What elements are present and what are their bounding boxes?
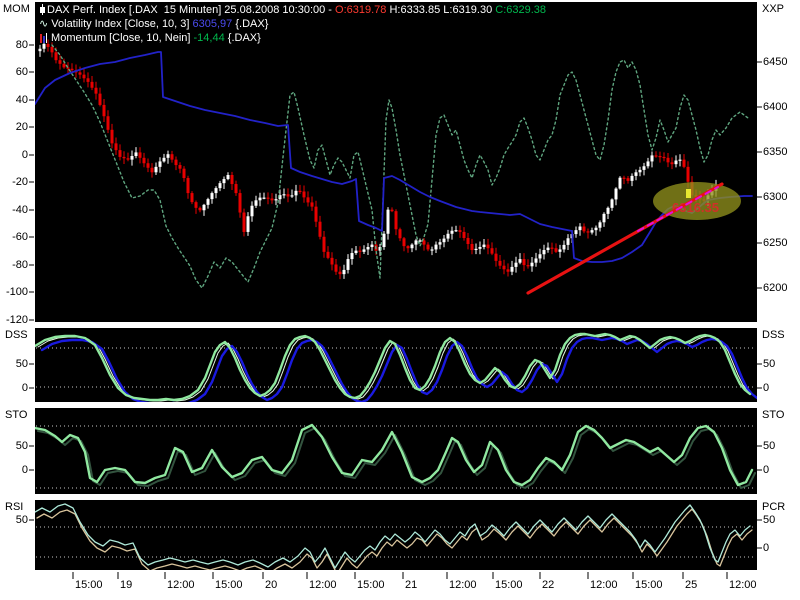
time-axis-label: 12:00 <box>449 580 477 591</box>
panel-name-right: DSS <box>762 330 785 341</box>
panel-name-left: STO <box>5 410 27 421</box>
main-chart-panel[interactable]: DAX Perf. Index [.DAX 15 Minuten] 25.08.… <box>35 2 757 322</box>
panel-left-axis-label: 50 <box>2 515 28 526</box>
main-left-axis-label: 20 <box>2 122 28 133</box>
main-left-axis-label: 60 <box>2 67 28 78</box>
chart-header-line1: DAX Perf. Index [.DAX 15 Minuten] 25.08.… <box>35 4 757 16</box>
high-value: H:6333.85 <box>389 4 440 16</box>
main-right-axis-label: 6400 <box>763 102 787 113</box>
time-axis-label: 12:00 <box>167 580 195 591</box>
candlestick-icon <box>39 4 47 15</box>
low-value: L:6319.30 <box>443 4 492 16</box>
time-axis-label: 15:00 <box>215 580 243 591</box>
time-axis-label: 12:00 <box>590 580 618 591</box>
time-axis-label: 15:00 <box>357 580 385 591</box>
main-right-axis-label: 6300 <box>763 192 787 203</box>
chart-header-line2: ∿ Volatility Index [Close, 10, 3] 6305,9… <box>35 18 757 30</box>
time-axis-label: 15:00 <box>635 580 663 591</box>
time-axis-label: 15:00 <box>75 580 103 591</box>
volatility-label: Volatility Index [Close, 10, 3] <box>48 18 192 30</box>
main-left-axis-label: -60 <box>2 232 28 243</box>
panel-right-axis-label: 50 <box>763 441 775 452</box>
panel-left-axis-label: 0 <box>2 465 28 476</box>
panel-right-axis-label: 0 <box>763 383 769 394</box>
main-left-axis-label: -80 <box>2 260 28 271</box>
panel-name-left: DSS <box>5 330 28 341</box>
panel-right-axis-label: 50 <box>763 515 775 526</box>
panel-left-axis-label: 50 <box>2 359 28 370</box>
time-axis-label: 21 <box>405 580 417 591</box>
panel-name-left: RSI <box>5 502 23 513</box>
wave-icon: ∿ <box>39 18 48 30</box>
close-value: C:6329.38 <box>495 4 546 16</box>
time-axis-label: 20 <box>265 580 277 591</box>
momentum-label: Momentum [Close, 10, Nein] <box>48 32 194 44</box>
time-axis-label: 15:00 <box>495 580 523 591</box>
panel-left-axis-label: 0 <box>2 383 28 394</box>
time-axis-label: 12:00 <box>729 580 757 591</box>
right-axis-title: XXP <box>762 3 784 15</box>
volatility-suffix: {.DAX} <box>232 18 268 30</box>
panel-name-right: PCR <box>762 502 785 513</box>
main-right-axis-label: 6350 <box>763 147 787 158</box>
panel-right-axis-label: 0 <box>763 543 769 554</box>
main-left-axis-label: 0 <box>2 150 28 161</box>
main-left-axis-label: -20 <box>2 177 28 188</box>
dss-panel[interactable] <box>35 328 757 402</box>
volatility-value: 6305,97 <box>193 18 233 30</box>
time-axis-label: 25 <box>685 580 697 591</box>
rsi-panel[interactable] <box>35 500 757 570</box>
open-value: O:6319.78 <box>335 4 386 16</box>
time-axis-label: 12:00 <box>309 580 337 591</box>
momentum-value: -14,44 <box>194 32 225 44</box>
instrument-title: DAX Perf. Index [.DAX 15 Minuten] 25.08.… <box>47 4 335 16</box>
chart-header-line3: Momentum [Close, 10, Nein] -14,44 {.DAX} <box>35 32 757 44</box>
main-right-axis-label: 6450 <box>763 57 787 68</box>
main-right-axis-label: 6200 <box>763 283 787 294</box>
main-left-axis-label: -100 <box>2 287 28 298</box>
momentum-icon <box>39 32 48 43</box>
main-left-axis-label: 80 <box>2 40 28 51</box>
panel-name-right: STO <box>762 410 784 421</box>
chart-window: MOM XXP DAX Perf. Index [.DAX 15 Minuten… <box>0 0 800 600</box>
time-axis-label: 22 <box>542 580 554 591</box>
panel-right-axis-label: 0 <box>763 465 769 476</box>
sto-panel[interactable] <box>35 408 757 494</box>
main-left-axis-label: -40 <box>2 205 28 216</box>
momentum-suffix: {.DAX} <box>225 32 261 44</box>
left-axis-title: MOM <box>3 3 30 15</box>
main-right-axis-label: 6250 <box>763 238 787 249</box>
panel-left-axis-label: 50 <box>2 441 28 452</box>
main-left-axis-label: 40 <box>2 95 28 106</box>
panel-right-axis-label: 50 <box>763 359 775 370</box>
time-axis-label: 19 <box>120 580 132 591</box>
main-left-axis-label: -120 <box>2 315 28 326</box>
